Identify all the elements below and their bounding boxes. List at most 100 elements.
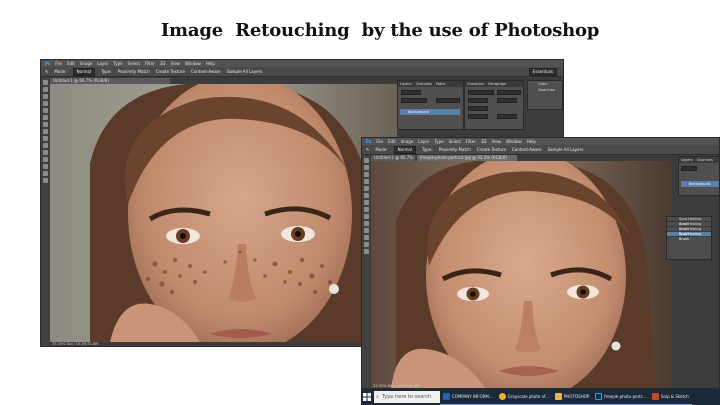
move-tool-icon[interactable] xyxy=(363,158,369,163)
menu-layer[interactable]: Layer xyxy=(97,60,108,67)
menu-help[interactable]: Help xyxy=(206,60,215,67)
zoom-tool-icon[interactable] xyxy=(42,178,48,183)
healing-brush-icon[interactable]: ✎ xyxy=(45,69,48,74)
healing-tool-icon[interactable] xyxy=(42,115,48,120)
content-aware-option[interactable]: Content-Aware xyxy=(512,147,542,152)
layer-background[interactable]: Background xyxy=(681,181,719,187)
brush-tool-icon[interactable] xyxy=(363,200,369,205)
tab-layers[interactable]: Layers xyxy=(681,157,693,163)
healing-brush-icon[interactable]: ✎ xyxy=(366,147,369,152)
menu-type[interactable]: Type xyxy=(113,60,122,67)
sample-all-layers-checkbox[interactable]: Sample All Layers xyxy=(227,69,263,74)
crop-tool-icon[interactable] xyxy=(363,179,369,184)
tab-layers[interactable]: Layers xyxy=(400,81,412,87)
eraser-tool-icon[interactable] xyxy=(42,136,48,141)
pen-tool-icon[interactable] xyxy=(42,157,48,162)
layer-kind-filter[interactable] xyxy=(401,90,421,95)
eyedropper-tool-icon[interactable] xyxy=(42,108,48,113)
menu-edit[interactable]: Edit xyxy=(67,60,75,67)
pen-tool-icon[interactable] xyxy=(363,235,369,240)
tab-channels[interactable]: Channels xyxy=(416,81,432,87)
tab-character[interactable]: Character xyxy=(467,81,484,87)
menu-window[interactable]: Window xyxy=(185,60,201,67)
opacity-field[interactable] xyxy=(436,98,460,103)
gradient-tool-icon[interactable] xyxy=(363,221,369,226)
font-family-select[interactable] xyxy=(468,90,494,95)
tab-paths[interactable]: Paths xyxy=(436,81,446,87)
move-tool-icon[interactable] xyxy=(42,80,48,85)
image-canvas-before[interactable] xyxy=(50,84,397,342)
menu-window[interactable]: Window xyxy=(506,138,522,145)
dodge-tool-icon[interactable] xyxy=(42,150,48,155)
menu-filter[interactable]: Filter xyxy=(145,60,155,67)
brush-tool-icon[interactable] xyxy=(42,122,48,127)
menu-view[interactable]: View xyxy=(170,60,180,67)
scale-field[interactable] xyxy=(468,114,488,119)
menu-type[interactable]: Type xyxy=(434,138,443,145)
menu-image[interactable]: Image xyxy=(80,60,93,67)
lasso-tool-icon[interactable] xyxy=(42,94,48,99)
eraser-tool-icon[interactable] xyxy=(363,214,369,219)
mode-select[interactable]: Normal xyxy=(393,145,417,154)
mode-label: Mode: xyxy=(375,147,388,152)
menu-select[interactable]: Select xyxy=(128,60,140,67)
text-tool-icon[interactable] xyxy=(363,242,369,247)
tab-channels[interactable]: Channels xyxy=(697,157,713,163)
healing-tool-icon[interactable] xyxy=(363,193,369,198)
tab-paragraph[interactable]: Paragraph xyxy=(488,81,506,87)
menu-select[interactable]: Select xyxy=(449,138,461,145)
proximity-match-option[interactable]: Proximity Match xyxy=(439,147,471,152)
menu-file[interactable]: File xyxy=(376,138,383,145)
menu-view[interactable]: View xyxy=(491,138,501,145)
text-tool-icon[interactable] xyxy=(42,164,48,169)
eyedropper-tool-icon[interactable] xyxy=(363,186,369,191)
taskbar-search-input[interactable]: ⌕ Type here to search xyxy=(374,391,440,403)
menu-3d[interactable]: 3D xyxy=(160,60,166,67)
menu-bar: Ps File Edit Image Layer Type Select Fil… xyxy=(362,138,719,145)
hand-tool-icon[interactable] xyxy=(363,249,369,254)
taskbar-item-folder[interactable]: PHOTOSHOP xyxy=(552,389,593,405)
lasso-tool-icon[interactable] xyxy=(363,172,369,177)
menu-3d[interactable]: 3D xyxy=(481,138,487,145)
flyout-item[interactable]: Spot Healing Brush xyxy=(667,232,711,241)
stamp-tool-icon[interactable] xyxy=(42,129,48,134)
layer-background[interactable]: Background xyxy=(400,109,460,115)
menu-layer[interactable]: Layer xyxy=(418,138,429,145)
font-style-select[interactable] xyxy=(497,90,521,95)
workspace-select[interactable]: Essentials xyxy=(528,67,557,76)
content-aware-option[interactable]: Content-Aware xyxy=(191,69,221,74)
marquee-tool-icon[interactable] xyxy=(42,87,48,92)
gradient-tool-icon[interactable] xyxy=(42,143,48,148)
sample-all-layers-checkbox[interactable]: Sample All Layers xyxy=(548,147,584,152)
menu-file[interactable]: File xyxy=(55,60,62,67)
color-swatches-panel: Color Swatches xyxy=(527,80,563,110)
menu-edit[interactable]: Edit xyxy=(388,138,396,145)
taskbar-item-word[interactable]: COMPANY INFORM... xyxy=(440,389,496,405)
taskbar-item-photoshop[interactable]: freepik-photo-portr... xyxy=(592,389,649,405)
crop-tool-icon[interactable] xyxy=(42,101,48,106)
mode-select[interactable]: Normal xyxy=(72,67,96,76)
menu-filter[interactable]: Filter xyxy=(466,138,476,145)
marquee-tool-icon[interactable] xyxy=(363,165,369,170)
taskbar-item-label: freepik-photo-portr... xyxy=(604,394,646,399)
blend-mode-select[interactable] xyxy=(401,98,427,103)
dodge-tool-icon[interactable] xyxy=(363,228,369,233)
stamp-tool-icon[interactable] xyxy=(363,207,369,212)
scale-field-2[interactable] xyxy=(497,114,517,119)
tracking-field[interactable] xyxy=(468,106,488,111)
create-texture-option[interactable]: Create Texture xyxy=(477,147,506,152)
image-canvas-after[interactable] xyxy=(371,161,672,388)
taskbar-item-chrome[interactable]: Grayscale photo of... xyxy=(495,389,552,405)
leading-field[interactable] xyxy=(497,98,517,103)
swatches-tab[interactable]: Swatches xyxy=(528,87,562,93)
menu-image[interactable]: Image xyxy=(401,138,414,145)
start-button[interactable] xyxy=(361,389,373,405)
portrait-photo-retouched xyxy=(371,161,672,388)
create-texture-option[interactable]: Create Texture xyxy=(156,69,185,74)
layer-kind-filter[interactable] xyxy=(681,166,697,171)
proximity-match-option[interactable]: Proximity Match xyxy=(118,69,150,74)
menu-help[interactable]: Help xyxy=(527,138,536,145)
hand-tool-icon[interactable] xyxy=(42,171,48,176)
taskbar-item-snip[interactable]: Snip & Sketch xyxy=(648,389,692,405)
font-size-field[interactable] xyxy=(468,98,488,103)
